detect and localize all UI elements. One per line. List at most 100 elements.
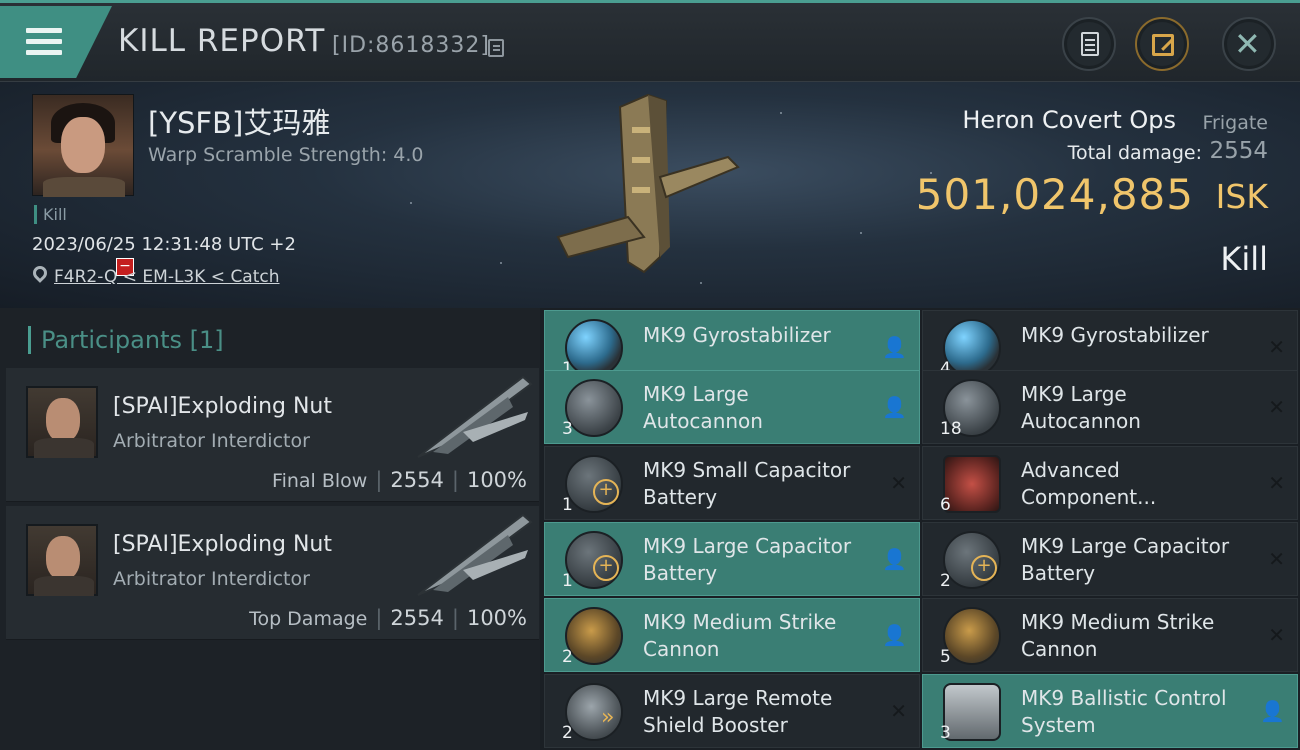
participant-percent: 100% bbox=[466, 606, 527, 630]
participant-ship: Arbitrator Interdictor bbox=[113, 568, 310, 590]
hamburger-icon bbox=[26, 39, 62, 44]
capacitor-battery-icon bbox=[565, 455, 623, 513]
ballistic-control-icon bbox=[943, 683, 1001, 741]
close-icon: ✕ bbox=[1234, 25, 1261, 63]
participants-title: Participants [1] bbox=[28, 326, 224, 354]
destroyed-x-icon: ✕ bbox=[890, 471, 907, 495]
fitted-modules-grid: 1 MK9 Gyrostabilizer 👤 4 MK9 Gyrostabili… bbox=[540, 308, 1300, 750]
participant-row[interactable]: [SPAI]Exploding Nut Arbitrator Interdict… bbox=[6, 368, 539, 502]
capacitor-battery-icon bbox=[943, 531, 1001, 589]
isk-unit: ISK bbox=[1215, 177, 1268, 216]
kill-result: Kill bbox=[1220, 240, 1268, 278]
module-quantity: 18 bbox=[940, 419, 962, 439]
strike-cannon-icon bbox=[565, 607, 623, 665]
module-name: MK9 Large Capacitor Battery bbox=[1021, 534, 1230, 585]
participant-ship: Arbitrator Interdictor bbox=[113, 430, 310, 452]
participant-stats: Final Blow | 2554 | 100% bbox=[272, 468, 527, 492]
participant-portrait bbox=[26, 524, 98, 596]
destroyed-x-icon: ✕ bbox=[1268, 335, 1285, 359]
participant-row[interactable]: [SPAI]Exploding Nut Arbitrator Interdict… bbox=[6, 506, 539, 640]
dropped-person-icon: 👤 bbox=[882, 395, 907, 419]
page-title: KILL REPORT bbox=[118, 23, 326, 59]
participant-role: Final Blow bbox=[272, 470, 368, 492]
menu-button[interactable] bbox=[0, 6, 112, 78]
module-item[interactable]: 2 MK9 Large Remote Shield Booster ✕ bbox=[544, 674, 920, 748]
warp-scramble-strength: Warp Scramble Strength: 4.0 bbox=[148, 144, 424, 166]
victim-portrait[interactable] bbox=[32, 94, 134, 197]
total-damage-label: Total damage: bbox=[1067, 142, 1202, 164]
close-button[interactable]: ✕ bbox=[1222, 17, 1276, 71]
participant-stats: Top Damage | 2554 | 100% bbox=[249, 606, 527, 630]
module-quantity: 2 bbox=[562, 723, 573, 743]
module-item[interactable]: 3 MK9 Ballistic Control System 👤 bbox=[922, 674, 1298, 748]
strike-cannon-icon bbox=[943, 607, 1001, 665]
participant-damage: 2554 bbox=[390, 468, 444, 492]
participant-portrait bbox=[26, 386, 98, 458]
kill-location-link[interactable]: F4R2-Q < EM-L3K < Catch bbox=[54, 267, 280, 287]
dropped-person-icon: 👤 bbox=[882, 335, 907, 359]
module-item[interactable]: 3 MK9 Large Autocannon 👤 bbox=[544, 370, 920, 444]
capacitor-battery-icon bbox=[565, 531, 623, 589]
module-quantity: 1 bbox=[562, 495, 573, 515]
hamburger-icon bbox=[26, 50, 62, 55]
module-name: MK9 Medium Strike Cannon bbox=[643, 610, 837, 661]
participant-name: [SPAI]Exploding Nut bbox=[113, 394, 332, 419]
module-name: MK9 Large Capacitor Battery bbox=[643, 534, 852, 585]
share-button[interactable] bbox=[1135, 17, 1189, 71]
module-name: Advanced Component... bbox=[1021, 458, 1157, 509]
victim-ship-name[interactable]: Heron Covert Ops bbox=[962, 106, 1176, 134]
destroyed-x-icon: ✕ bbox=[1268, 623, 1285, 647]
kill-id: [ID:8618332] bbox=[332, 33, 490, 58]
module-name: MK9 Medium Strike Cannon bbox=[1021, 610, 1215, 661]
module-quantity: 3 bbox=[562, 419, 573, 439]
participant-name: [SPAI]Exploding Nut bbox=[113, 532, 332, 557]
module-quantity: 2 bbox=[562, 647, 573, 667]
module-quantity: 5 bbox=[940, 647, 951, 667]
participants-panel: Participants [1] [SPAI]Exploding Nut Arb… bbox=[0, 308, 540, 750]
victim-name[interactable]: [YSFB]艾玛雅 bbox=[148, 100, 330, 142]
module-item[interactable]: 2 MK9 Medium Strike Cannon 👤 bbox=[544, 598, 920, 672]
hamburger-icon bbox=[26, 28, 62, 33]
shield-booster-icon bbox=[565, 683, 623, 741]
total-damage-value: 2554 bbox=[1209, 138, 1268, 164]
dropped-person-icon: 👤 bbox=[882, 547, 907, 571]
module-item[interactable]: 6 Advanced Component... ✕ bbox=[922, 446, 1298, 520]
share-icon bbox=[1152, 34, 1174, 56]
victim-ship-image bbox=[556, 93, 740, 274]
gyrostabilizer-icon bbox=[943, 319, 1001, 377]
destroyed-x-icon: ✕ bbox=[1268, 471, 1285, 495]
module-name: MK9 Large Autocannon bbox=[1021, 382, 1141, 433]
participant-ship-image bbox=[417, 513, 533, 596]
destroyed-x-icon: ✕ bbox=[1268, 547, 1285, 571]
clipboard-icon bbox=[1081, 32, 1099, 56]
module-name: MK9 Small Capacitor Battery bbox=[643, 458, 851, 509]
destroyed-x-icon: ✕ bbox=[890, 699, 907, 723]
participant-percent: 100% bbox=[466, 468, 527, 492]
module-name: MK9 Gyrostabilizer bbox=[1021, 323, 1209, 347]
dropped-person-icon: 👤 bbox=[1260, 699, 1285, 723]
copy-icon[interactable] bbox=[488, 39, 504, 57]
module-quantity: 3 bbox=[940, 723, 951, 743]
victim-banner: − [YSFB]艾玛雅 Warp Scramble Strength: 4.0 … bbox=[0, 82, 1300, 308]
clipboard-button[interactable] bbox=[1062, 17, 1116, 71]
module-item[interactable]: 1 MK9 Small Capacitor Battery ✕ bbox=[544, 446, 920, 520]
component-cube-icon bbox=[943, 455, 1001, 513]
module-name: MK9 Large Remote Shield Booster bbox=[643, 686, 833, 737]
module-quantity: 6 bbox=[940, 495, 951, 515]
destroyed-x-icon: ✕ bbox=[1268, 395, 1285, 419]
header-bar: KILL REPORT [ID:8618332] ✕ bbox=[0, 0, 1300, 82]
module-item[interactable]: 18 MK9 Large Autocannon ✕ bbox=[922, 370, 1298, 444]
module-name: MK9 Gyrostabilizer bbox=[643, 323, 831, 347]
module-item[interactable]: 2 MK9 Large Capacitor Battery ✕ bbox=[922, 522, 1298, 596]
module-item[interactable]: 5 MK9 Medium Strike Cannon ✕ bbox=[922, 598, 1298, 672]
kill-datetime: 2023/06/25 12:31:48 UTC +2 bbox=[32, 234, 296, 255]
autocannon-icon bbox=[565, 379, 623, 437]
location-pin-icon bbox=[30, 263, 50, 283]
participant-ship-image bbox=[417, 375, 533, 458]
participant-damage: 2554 bbox=[390, 606, 444, 630]
gyrostabilizer-icon bbox=[565, 319, 623, 377]
isk-value: 501,024,885 bbox=[915, 170, 1194, 219]
victim-ship-class: Frigate bbox=[1202, 112, 1268, 134]
module-name: MK9 Ballistic Control System bbox=[1021, 686, 1227, 737]
module-item[interactable]: 1 MK9 Large Capacitor Battery 👤 bbox=[544, 522, 920, 596]
